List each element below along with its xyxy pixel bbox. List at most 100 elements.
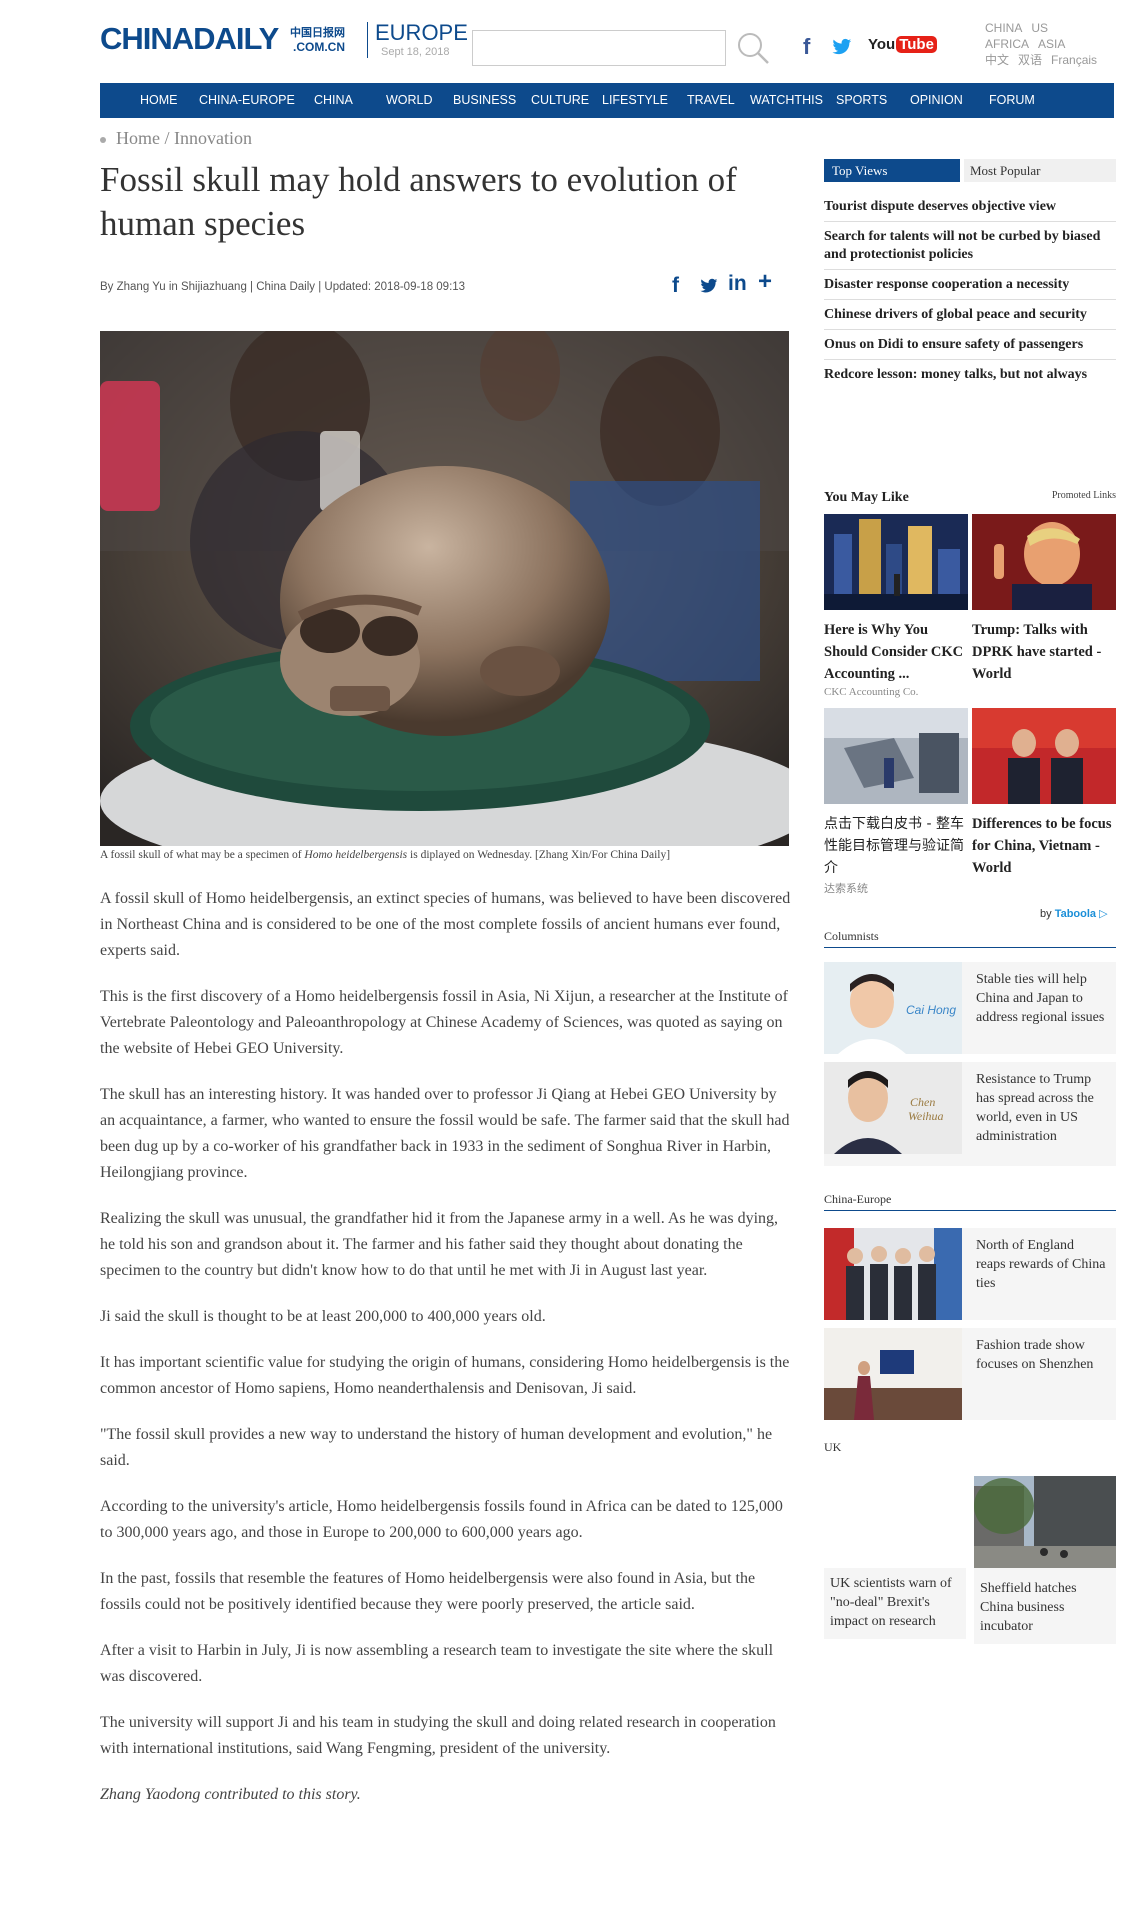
uk-item[interactable]: UK scientists warn of "no-deal" Brexit's… [824, 1476, 966, 1639]
top-view-item[interactable]: Onus on Didi to ensure safety of passeng… [824, 330, 1116, 360]
china-europe-item[interactable]: Fashion trade show focuses on Shenzhen [824, 1328, 1116, 1420]
edition-africa[interactable]: AFRICA [985, 37, 1029, 51]
edition-asia[interactable]: ASIA [1038, 37, 1065, 51]
promoted-links-label[interactable]: Promoted Links [1052, 490, 1116, 501]
columnist-headline: Resistance to Trump has spread across th… [976, 1072, 1094, 1144]
promo-title: Differences to be focus for China, Vietn… [972, 816, 1112, 876]
promo-card[interactable]: Differences to be focus for China, Vietn… [972, 708, 1116, 879]
columnist-item[interactable]: Chen Weihua Resistance to Trump has spre… [824, 1062, 1116, 1166]
facebook-icon[interactable]: f [803, 34, 810, 60]
search-icon[interactable] [733, 28, 773, 68]
nav-china-europe[interactable]: CHINA-EUROPE [199, 83, 295, 118]
article-paragraph: The skull has an interesting history. It… [100, 1086, 790, 1181]
nav-travel[interactable]: TRAVEL [687, 83, 735, 118]
promo-card[interactable]: Here is Why You Should Consider CKC Acco… [824, 514, 968, 698]
edition-bilingual[interactable]: 双语 [1018, 53, 1042, 67]
breadcrumb-bullet [100, 136, 106, 143]
uk-item[interactable]: Sheffield hatches China business incubat… [974, 1476, 1116, 1644]
caption-text-2: is diplayed on Wednesday. [Zhang Xin/For… [407, 849, 671, 861]
promo-image-factory [824, 708, 968, 804]
main-nav: HOME CHINA-EUROPE CHINA WORLD BUSINESS C… [100, 83, 1114, 118]
article-credit: Zhang Yaodong contributed to this story. [100, 1786, 361, 1803]
youtube-tube: Tube [896, 36, 937, 53]
breadcrumb: Home / Innovation [100, 128, 252, 149]
top-view-item[interactable]: Disaster response cooperation a necessit… [824, 270, 1116, 300]
china-europe-headline: North of England reaps rewards of China … [976, 1238, 1106, 1291]
promo-source: 达索系统 [824, 882, 868, 895]
columnist-headline: Stable ties will help China and Japan to… [976, 972, 1105, 1025]
taboola-by: by [1040, 908, 1055, 920]
edition-links: CHINA US AFRICA ASIA 中文 双语 Français [985, 20, 1106, 68]
fossil-skull-photo [100, 331, 789, 846]
photo-caption: A fossil skull of what may be a specimen… [100, 849, 790, 861]
columnist-item[interactable]: Cai Hong Stable ties will help China and… [824, 962, 1116, 1054]
uk-photo-sheffield [974, 1476, 1116, 1568]
caption-text-1: A fossil skull of what may be a specimen… [100, 849, 305, 861]
edition-french[interactable]: Français [1051, 53, 1097, 67]
article-paragraph: The university will support Ji and his t… [100, 1714, 776, 1757]
breadcrumb-section[interactable]: Innovation [174, 128, 252, 148]
share-twitter-icon[interactable] [700, 278, 718, 294]
top-view-item[interactable]: Tourist dispute deserves objective view [824, 192, 1116, 222]
columnist-photo-cai-hong: Cai Hong [824, 962, 962, 1054]
china-europe-headline: Fashion trade show focuses on Shenzhen [976, 1338, 1094, 1372]
taboola-name: Taboola [1054, 908, 1097, 920]
logo-chinese: 中国日报网 [290, 26, 345, 39]
article-title: Fossil skull may hold answers to evoluti… [100, 160, 737, 243]
nav-business[interactable]: BUSINESS [453, 83, 516, 118]
top-view-item[interactable]: Chinese drivers of global peace and secu… [824, 300, 1116, 330]
logo-domain: .COM.CN [293, 40, 345, 54]
columnists-header[interactable]: Columnists [824, 929, 1116, 948]
caption-species: Homo heidelbergensis [304, 849, 408, 861]
nav-opinion[interactable]: OPINION [910, 83, 963, 118]
youtube-you: You [868, 36, 896, 53]
share-linkedin-icon[interactable]: in [728, 272, 747, 296]
article-paragraph: In the past, fossils that resemble the f… [100, 1570, 756, 1613]
uk-photo-placeholder [824, 1476, 966, 1568]
article-paragraph: A fossil skull of Homo heidelbergensis, … [100, 890, 791, 959]
article-byline: By Zhang Yu in Shijiazhuang | China Dail… [100, 281, 466, 293]
uk-headline: UK scientists warn of "no-deal" Brexit's… [830, 1576, 952, 1629]
nav-home[interactable]: HOME [140, 83, 178, 118]
promo-card[interactable]: Trump: Talks with DPRK have started - Wo… [972, 514, 1116, 685]
tab-top-views[interactable]: Top Views [824, 159, 960, 182]
share-facebook-icon[interactable]: f [672, 274, 679, 298]
promo-card[interactable]: 点击下载白皮书 - 整车性能目标管理与验证简介 达索系统 [824, 708, 968, 896]
article-body: A fossil skull of Homo heidelbergensis, … [100, 886, 792, 1828]
nav-lifestyle[interactable]: LIFESTYLE [602, 83, 668, 118]
edition-us[interactable]: US [1031, 21, 1048, 35]
china-daily-logo[interactable]: CHINADAILY 中国日报网 .COM.CN [100, 22, 360, 56]
uk-header[interactable]: UK [824, 1440, 1116, 1458]
share-more-icon[interactable]: + [758, 268, 772, 296]
nav-sports[interactable]: SPORTS [836, 83, 887, 118]
top-views-list: Tourist dispute deserves objective view … [824, 192, 1116, 389]
you-may-like-header: You May Like Promoted Links [824, 488, 1116, 506]
top-view-item[interactable]: Redcore lesson: money talks, but not alw… [824, 360, 1116, 389]
promo-title: Here is Why You Should Consider CKC Acco… [824, 622, 964, 682]
uk-headline: Sheffield hatches China business incubat… [980, 1581, 1077, 1634]
article-paragraph: According to the university's article, H… [100, 1498, 783, 1541]
promo-title: 点击下载白皮书 - 整车性能目标管理与验证简介 [824, 816, 964, 876]
taboola-attribution[interactable]: by Taboola ▷ [1040, 907, 1108, 920]
you-may-like-title: You May Like [824, 490, 909, 505]
search-input[interactable] [472, 30, 726, 66]
edition-label[interactable]: EUROPE [375, 20, 468, 46]
nav-culture[interactable]: CULTURE [531, 83, 589, 118]
china-europe-item[interactable]: North of England reaps rewards of China … [824, 1228, 1116, 1320]
nav-china[interactable]: CHINA [314, 83, 353, 118]
china-europe-header[interactable]: China-Europe [824, 1192, 1116, 1211]
edition-china[interactable]: CHINA [985, 21, 1022, 35]
edition-chinese[interactable]: 中文 [985, 53, 1009, 67]
nav-watchthis[interactable]: WATCHTHIS [750, 83, 823, 118]
taboola-arrow-icon: ▷ [1099, 908, 1108, 920]
article-paragraph: This is the first discovery of a Homo he… [100, 988, 788, 1057]
twitter-icon[interactable] [832, 38, 852, 56]
breadcrumb-home[interactable]: Home [116, 128, 160, 148]
article-paragraph: Ji said the skull is thought to be at le… [100, 1308, 546, 1325]
tab-most-popular[interactable]: Most Popular [964, 159, 1116, 182]
header-divider [367, 22, 368, 58]
top-view-item[interactable]: Search for talents will not be curbed by… [824, 222, 1116, 270]
nav-forum[interactable]: FORUM [989, 83, 1035, 118]
nav-world[interactable]: WORLD [386, 83, 433, 118]
youtube-icon[interactable]: You Tube [868, 36, 937, 58]
